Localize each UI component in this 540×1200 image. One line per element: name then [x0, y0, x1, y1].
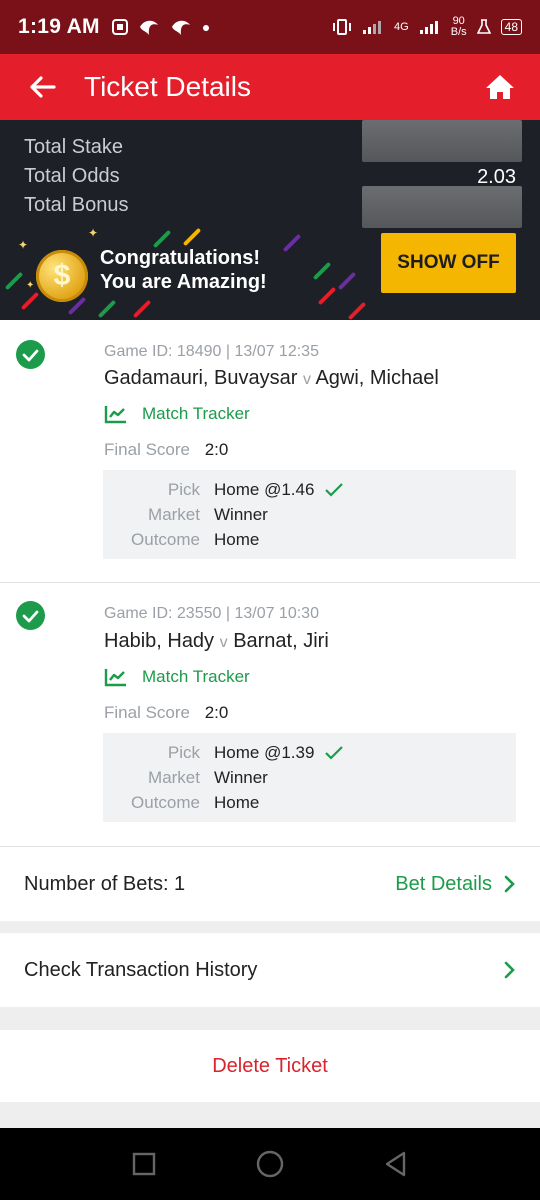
bet-card: Game ID: 23550 | 13/07 10:30 Habib, Hady… — [0, 583, 540, 846]
signal-icon-2 — [419, 21, 438, 34]
final-score-value: 2:0 — [204, 440, 229, 459]
bet-card: Game ID: 18490 | 13/07 12:35 Gadamauri, … — [0, 320, 540, 582]
flask-icon — [476, 19, 491, 34]
status-time: 1:19 AM — [18, 15, 100, 38]
versus-label: v — [219, 634, 228, 651]
final-score-value: 2:0 — [204, 703, 229, 722]
coin-icon: $ — [36, 250, 88, 302]
check-circle-icon — [16, 601, 45, 630]
total-stake-hidden-value — [362, 120, 522, 162]
bird-notification-icon — [139, 20, 158, 35]
confetti-streak — [97, 299, 117, 319]
confetti-streak — [317, 286, 337, 306]
market-row: Market Winner — [148, 768, 268, 787]
bet-details-link[interactable]: Bet Details — [395, 873, 516, 896]
total-stake-label: Total Stake — [24, 136, 123, 158]
home-button[interactable] — [460, 54, 540, 120]
dot-icon: ● — [201, 19, 211, 35]
signal-icon — [363, 21, 382, 34]
confetti-streak — [182, 227, 202, 247]
chevron-right-icon — [504, 875, 515, 893]
final-score: Final Score 2:0 — [104, 703, 229, 722]
check-circle-icon — [16, 340, 45, 369]
sparkle-icon: ✦ — [88, 226, 99, 240]
transaction-history-row[interactable]: Check Transaction History — [0, 933, 540, 1007]
outcome-value: Home — [214, 793, 260, 812]
home-team: Habib, Hady — [104, 630, 215, 652]
show-off-button[interactable]: SHOW OFF — [381, 233, 516, 293]
confetti-streak — [312, 261, 332, 281]
match-tracker-link[interactable]: Match Tracker — [104, 667, 250, 687]
status-bar: 1:19 AM ● 4G 90 B/s 48 — [0, 0, 540, 54]
confetti-streak — [282, 233, 302, 253]
network-type: 4G — [394, 21, 409, 33]
home-icon — [486, 75, 514, 99]
confetti-streak — [4, 271, 24, 291]
checkmark-icon — [325, 483, 344, 497]
notification-icons: ● — [111, 17, 211, 37]
pick-details: Pick Home @1.46 Market Winner Outcome Ho… — [103, 470, 516, 559]
pick-row: Pick Home @1.39 — [103, 743, 516, 763]
market-value: Winner — [214, 768, 268, 787]
match-tracker-label: Match Tracker — [142, 404, 250, 423]
recents-icon[interactable] — [132, 1152, 156, 1176]
away-team: Agwi, Michael — [315, 367, 439, 389]
away-team: Barnat, Jiri — [233, 630, 329, 652]
confetti-streak — [337, 271, 357, 291]
bird-notification-icon-2 — [171, 20, 190, 35]
system-nav-bar — [0, 1128, 540, 1200]
total-bonus-hidden-value — [362, 186, 522, 228]
vibrate-icon — [333, 19, 352, 35]
game-meta: Game ID: 18490 | 13/07 12:35 — [104, 343, 319, 360]
pick-row: Pick Home @1.46 — [103, 480, 516, 500]
home-circle-icon[interactable] — [256, 1150, 284, 1178]
game-meta: Game ID: 23550 | 13/07 10:30 — [104, 605, 319, 622]
outcome-row: Outcome Home — [131, 530, 260, 549]
pick-value: Home @1.46 — [214, 480, 315, 499]
chart-line-icon — [104, 669, 126, 687]
market-value: Winner — [214, 505, 268, 524]
confetti-streak — [347, 301, 367, 320]
match-tracker-link[interactable]: Match Tracker — [104, 404, 250, 424]
battery-icon: 48 — [500, 19, 522, 35]
sparkle-icon: ✦ — [18, 238, 29, 252]
pick-details: Pick Home @1.39 Market Winner Outcome Ho… — [103, 733, 516, 822]
total-bonus-label: Total Bonus — [24, 194, 129, 216]
confetti-streak — [132, 299, 152, 319]
match-teams: Habib, Hady v Barnat, Jiri — [104, 630, 329, 653]
transaction-history-label: Check Transaction History — [24, 958, 258, 981]
confetti-streak — [20, 291, 40, 311]
congrats-message: Congratulations! You are Amazing! — [100, 247, 267, 293]
total-odds-label: Total Odds — [24, 165, 120, 187]
pick-value: Home @1.39 — [214, 743, 315, 762]
match-teams: Gadamauri, Buvaysar v Agwi, Michael — [104, 367, 439, 390]
system-icons: 4G 90 B/s 48 — [332, 16, 522, 38]
chart-line-icon — [104, 406, 126, 424]
outcome-row: Outcome Home — [131, 793, 260, 812]
outcome-value: Home — [214, 530, 260, 549]
checkmark-icon — [325, 746, 344, 760]
home-team: Gadamauri, Buvaysar — [104, 367, 298, 389]
versus-label: v — [302, 371, 311, 388]
chevron-right-icon — [504, 961, 515, 979]
net-speed: 90 B/s — [450, 15, 467, 38]
back-triangle-icon[interactable] — [384, 1151, 408, 1177]
back-button[interactable] — [0, 54, 84, 120]
arrow-left-icon — [30, 76, 56, 98]
market-row: Market Winner — [148, 505, 268, 524]
delete-ticket-button[interactable]: Delete Ticket — [0, 1030, 540, 1102]
match-tracker-label: Match Tracker — [142, 667, 250, 686]
sparkle-icon: ✦ — [26, 280, 35, 291]
bets-count-row: Number of Bets: 1 Bet Details — [0, 847, 540, 921]
app-notification-icon — [111, 19, 128, 35]
page-title: Ticket Details — [84, 71, 252, 102]
final-score: Final Score 2:0 — [104, 440, 229, 459]
app-header: Ticket Details — [0, 54, 540, 120]
bets-count-label: Number of Bets: 1 — [24, 872, 186, 895]
ticket-summary: Total Stake Total Odds 2.03 Total Bonus … — [0, 120, 540, 320]
